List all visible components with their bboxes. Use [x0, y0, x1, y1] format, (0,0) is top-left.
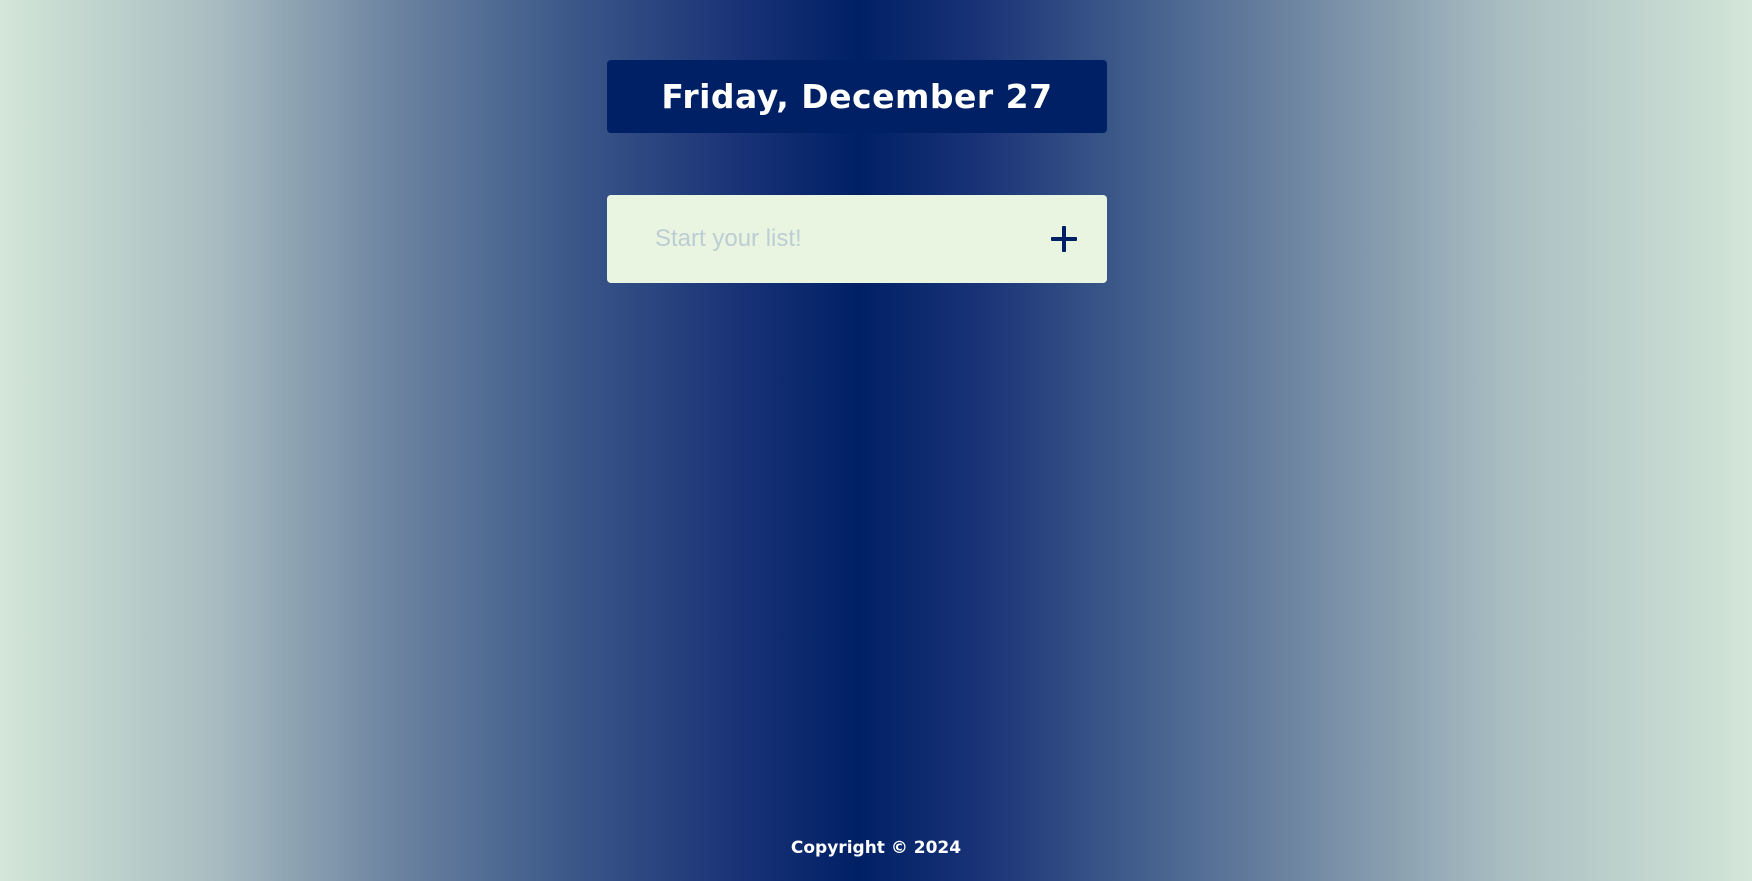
footer: Copyright © 2024: [0, 838, 1752, 858]
add-item-button[interactable]: [1029, 195, 1099, 283]
date-header: Friday, December 27: [607, 60, 1107, 133]
todo-input[interactable]: [607, 195, 1029, 283]
todo-input-box: [607, 195, 1107, 283]
date-title: Friday, December 27: [661, 77, 1053, 116]
copyright-text: Copyright © 2024: [790, 838, 962, 858]
plus-icon: [1051, 226, 1077, 252]
